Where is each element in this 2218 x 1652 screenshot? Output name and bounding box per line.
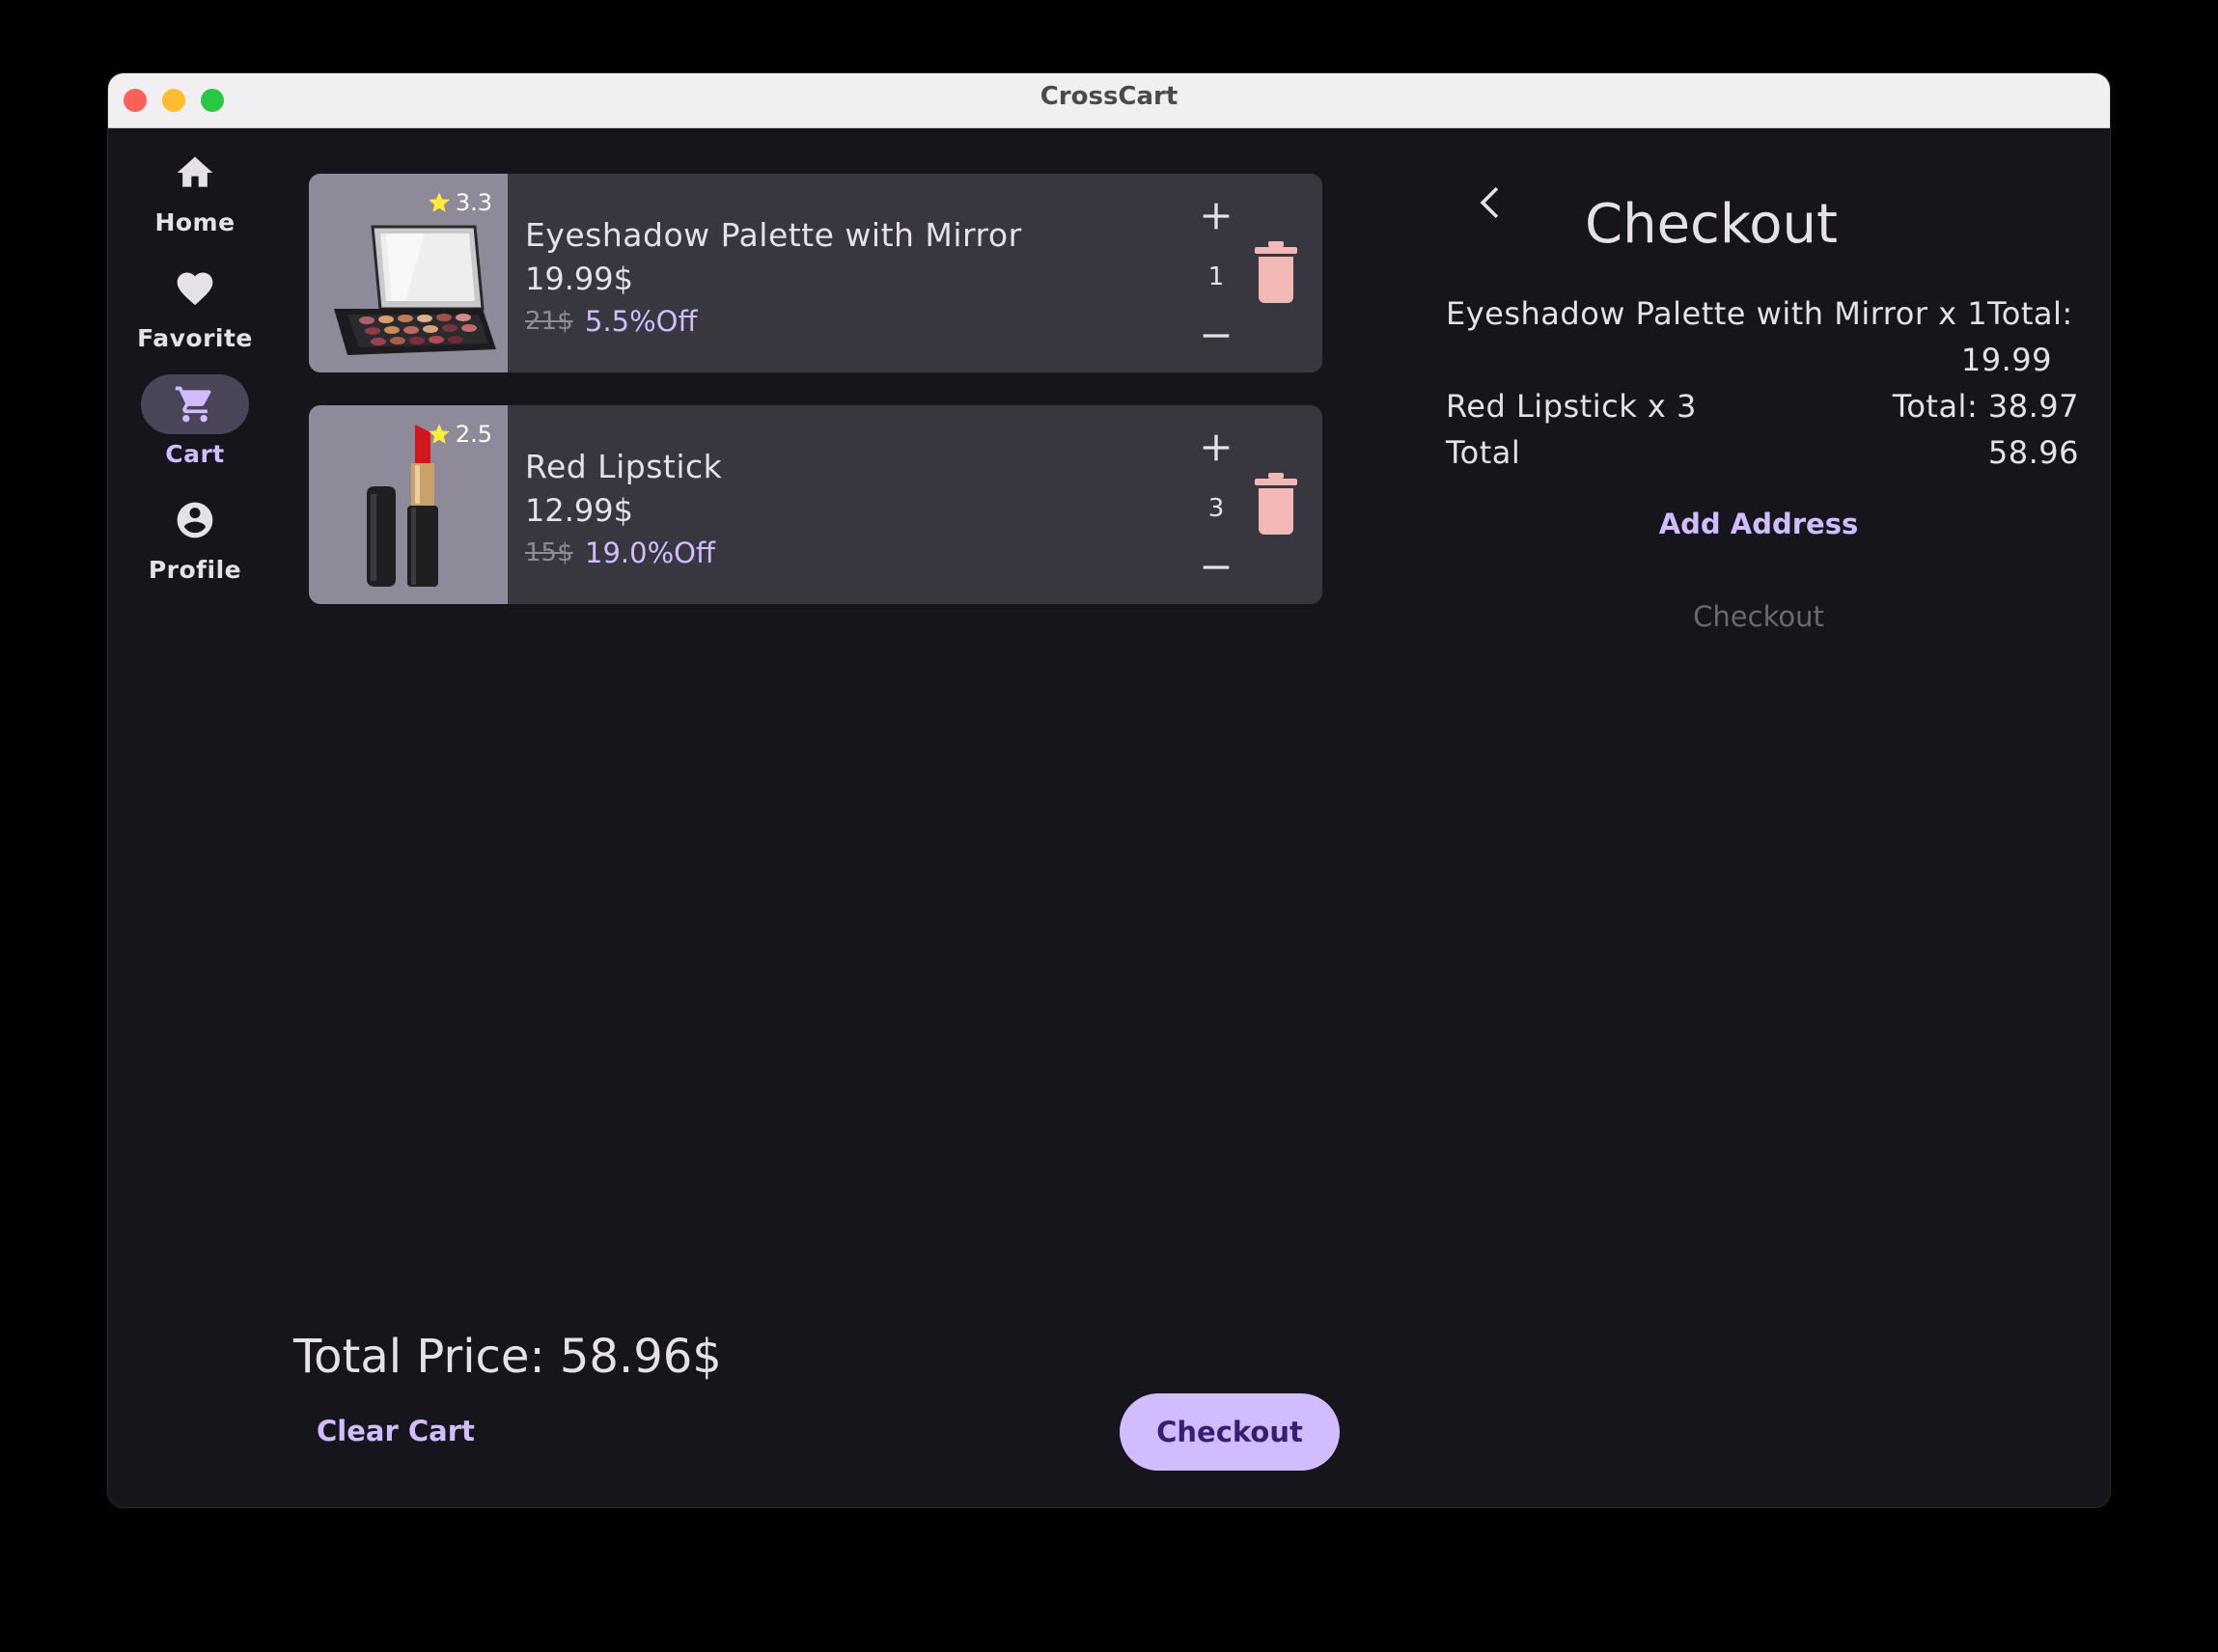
line-item-total: Total: 38.97: [1892, 388, 2079, 425]
decrease-quantity-button[interactable]: [1197, 317, 1235, 355]
checkout-title: Checkout: [1585, 193, 1838, 256]
increase-quantity-button[interactable]: [1197, 428, 1235, 467]
line-item-total-value: 19.99: [1960, 342, 2052, 378]
product-discount: 5.5%Off: [585, 305, 698, 338]
product-name: Red Lipstick: [525, 448, 723, 485]
line-item-name: Red Lipstick x 3: [1446, 388, 1697, 425]
cart-total-price: Total Price: 58.96$: [293, 1330, 722, 1384]
nav-label-profile: Profile: [148, 556, 242, 584]
star-icon: [428, 424, 450, 444]
title-bar: CrossCart: [108, 73, 2110, 128]
checkout-confirm-button[interactable]: Checkout: [1614, 600, 1903, 633]
back-arrow-icon[interactable]: [1471, 181, 1513, 224]
rating-value: 3.3: [455, 189, 492, 216]
product-old-price: 15$: [525, 538, 573, 567]
line-item-total-label: Total:: [1987, 295, 2073, 332]
product-price: 19.99$: [525, 261, 633, 297]
home-icon: [177, 156, 213, 187]
product-image: 3.3: [309, 174, 508, 372]
product-image: 2.5: [309, 405, 508, 604]
cart-item-card[interactable]: 3.3 Eyeshadow Palette with Mirror 19.99$…: [309, 174, 1322, 372]
product-price: 12.99$: [525, 492, 633, 529]
star-icon: [428, 192, 450, 212]
checkout-total-label: Total: [1446, 434, 1521, 471]
nav-label-home: Home: [154, 208, 236, 236]
app-window: CrossCart Home Favorite Cart Profile 3.3…: [108, 73, 2110, 1507]
clear-cart-button[interactable]: Clear Cart: [317, 1415, 475, 1447]
window-title: CrossCart: [1040, 82, 1178, 111]
checkout-button[interactable]: Checkout: [1120, 1393, 1340, 1471]
nav-pill-home: [141, 143, 249, 203]
heart-icon: [177, 272, 213, 306]
add-address-button[interactable]: Add Address: [1614, 508, 1903, 540]
delete-item-button[interactable]: [1253, 473, 1299, 535]
product-old-price: 21$: [525, 307, 573, 336]
increase-quantity-button[interactable]: [1197, 197, 1235, 235]
nav-label-cart: Cart: [165, 440, 225, 468]
checkout-line-item: Eyeshadow Palette with Mirror x 1Total:: [1446, 295, 2079, 332]
cart-item-card[interactable]: 2.5 Red Lipstick 12.99$ 15$ 19.0%Off 3: [309, 405, 1322, 604]
nav-item-favorite[interactable]: Favorite: [131, 259, 259, 352]
nav-item-home[interactable]: Home: [131, 143, 259, 236]
nav-pill-cart: [141, 374, 249, 434]
quantity-value: 1: [1207, 262, 1225, 291]
product-rating: 2.5: [427, 421, 492, 448]
account-circle-icon: [177, 502, 213, 538]
checkout-line-item: Red Lipstick x 3 Total: 38.97: [1446, 388, 2079, 425]
product-discount: 19.0%Off: [585, 537, 715, 569]
product-rating: 3.3: [427, 189, 492, 216]
checkout-total-row: Total 58.96: [1446, 434, 2079, 471]
nav-pill-profile: [141, 490, 249, 550]
decrease-quantity-button[interactable]: [1197, 548, 1235, 587]
rating-value: 2.5: [455, 421, 492, 448]
quantity-value: 3: [1207, 494, 1225, 523]
checkout-total-value: 58.96: [1987, 434, 2079, 471]
nav-item-profile[interactable]: Profile: [131, 490, 259, 584]
line-item-name: Eyeshadow Palette with Mirror x 1: [1446, 295, 1988, 332]
delete-item-button[interactable]: [1253, 241, 1299, 303]
nav-pill-favorite: [141, 259, 249, 318]
cart-icon: [175, 386, 211, 423]
nav-item-cart[interactable]: Cart: [131, 374, 259, 468]
product-name: Eyeshadow Palette with Mirror: [525, 216, 1022, 254]
nav-label-favorite: Favorite: [137, 324, 253, 352]
